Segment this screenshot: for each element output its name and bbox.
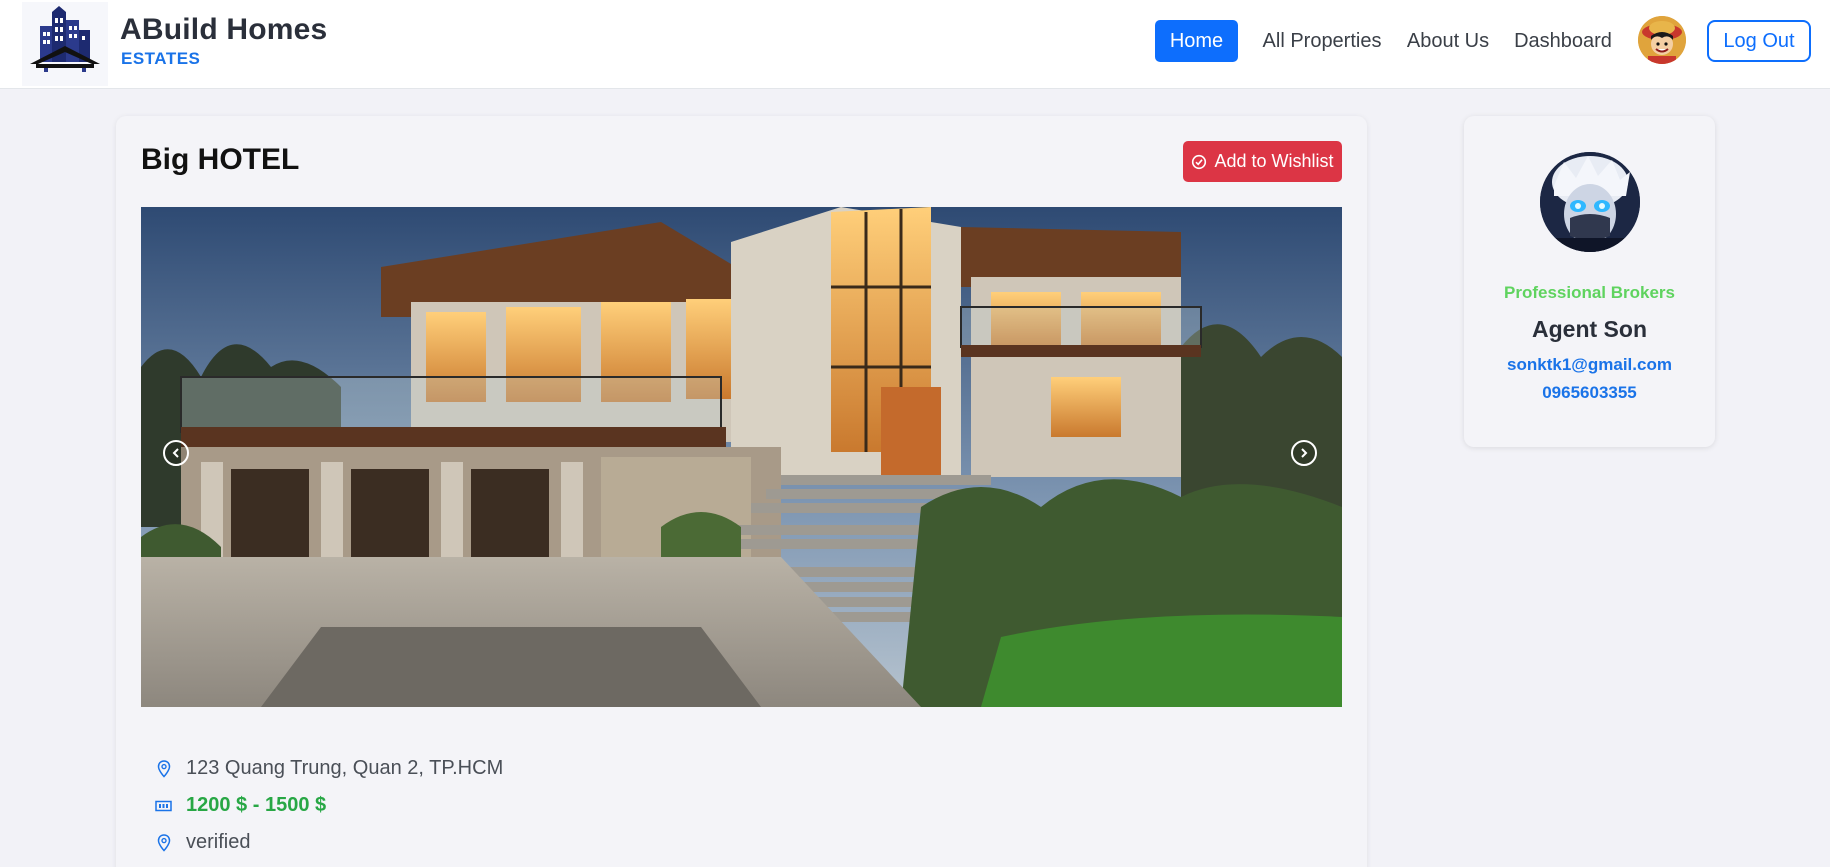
property-price-row: 1200 $ - 1500 $ bbox=[155, 794, 326, 817]
nav-dashboard-link[interactable]: Dashboard bbox=[1513, 20, 1613, 62]
map-pin-icon bbox=[155, 759, 172, 779]
agent-name: Agent Son bbox=[1532, 316, 1647, 342]
property-title: Big HOTEL bbox=[141, 143, 300, 176]
property-price: 1200 $ - 1500 $ bbox=[186, 794, 327, 816]
map-pin-icon bbox=[155, 833, 172, 853]
brand-title: ABuild Homes bbox=[120, 13, 328, 46]
nav-home-link[interactable]: Home bbox=[1155, 20, 1238, 62]
property-status: verified bbox=[186, 831, 251, 853]
check-badge-icon bbox=[1191, 154, 1207, 170]
nav-all-properties-link[interactable]: All Properties bbox=[1262, 20, 1382, 62]
brand-subtitle: ESTATES bbox=[121, 49, 201, 68]
property-image-carousel[interactable] bbox=[141, 207, 1342, 707]
wishlist-label: Add to Wishlist bbox=[1214, 151, 1334, 171]
modern-house-photo bbox=[141, 207, 1342, 707]
property-status-row: verified bbox=[155, 831, 250, 854]
chevron-left-icon[interactable] bbox=[163, 440, 189, 466]
property-address-row: 123 Quang Trung, Quan 2, TP.HCM bbox=[155, 757, 503, 780]
navbar: ABuild Homes ESTATES Home All Properties… bbox=[0, 0, 1830, 89]
money-bill-icon bbox=[155, 796, 172, 816]
agent-avatar-icon bbox=[1540, 152, 1640, 252]
agent-phone-link[interactable]: 0965603355 bbox=[1464, 383, 1715, 403]
add-to-wishlist-button[interactable]: Add to Wishlist bbox=[1183, 141, 1342, 182]
city-buildings-logo-icon[interactable] bbox=[22, 2, 108, 86]
user-avatar-icon[interactable] bbox=[1638, 16, 1686, 64]
agent-email-link[interactable]: sonktk1@gmail.com bbox=[1464, 355, 1715, 375]
nav-about-us-link[interactable]: About Us bbox=[1405, 20, 1491, 62]
agent-role: Professional Brokers bbox=[1503, 283, 1675, 302]
chevron-right-icon[interactable] bbox=[1291, 440, 1317, 466]
property-address: 123 Quang Trung, Quan 2, TP.HCM bbox=[186, 757, 504, 779]
logout-button[interactable]: Log Out bbox=[1707, 20, 1811, 62]
